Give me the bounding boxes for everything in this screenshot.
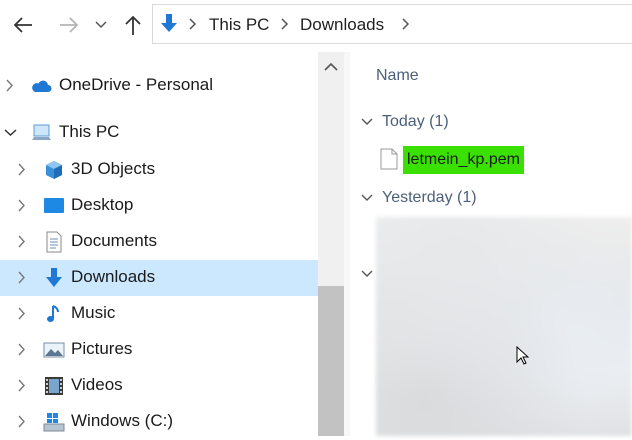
recent-locations-button[interactable]: [92, 12, 110, 38]
tree-item-label: Videos: [71, 375, 123, 394]
group-label: Yesterday (1): [382, 189, 477, 206]
tree-item-label: Downloads: [71, 267, 156, 286]
download-arrow-icon: [161, 14, 177, 32]
chevron-right-icon[interactable]: [18, 307, 26, 320]
tree-item-label: Windows (C:): [71, 411, 174, 430]
tree-item-label: Pictures: [71, 339, 133, 358]
column-header-name[interactable]: Name: [376, 67, 419, 85]
tree-item-music[interactable]: Music: [0, 296, 318, 332]
tree-item-onedrive[interactable]: OneDrive - Personal: [0, 68, 318, 104]
cloud-icon: [32, 80, 52, 92]
download-arrow-icon: [46, 268, 62, 287]
tree-item-label: Music: [71, 303, 116, 322]
tree-item-label: Documents: [71, 231, 157, 250]
file-row[interactable]: letmein_kp.pem: [378, 146, 628, 176]
desktop-folder-icon: [44, 198, 64, 213]
arrow-right-icon: [60, 17, 79, 33]
chevron-right-icon[interactable]: [281, 18, 289, 30]
tree-item-this-pc[interactable]: This PC: [0, 115, 318, 151]
arrow-left-icon: [13, 17, 32, 33]
cube-icon: [46, 161, 62, 179]
chevron-down-icon[interactable]: [361, 194, 373, 202]
chevron-right-icon[interactable]: [18, 343, 26, 356]
group-label: Today (1): [382, 113, 449, 130]
navigation-pane-scrollbar[interactable]: [318, 52, 344, 436]
breadcrumb-this-pc[interactable]: This PC: [209, 15, 269, 35]
breadcrumb-downloads[interactable]: Downloads: [300, 15, 384, 35]
tree-item-pictures[interactable]: Pictures: [0, 332, 318, 368]
chevron-right-icon[interactable]: [18, 379, 26, 392]
tree-item-windows-c[interactable]: Windows (C:): [0, 404, 318, 440]
chevron-right-icon: [189, 18, 197, 30]
chevron-right-icon[interactable]: [18, 415, 26, 428]
chevron-down-icon: [95, 21, 107, 29]
chevron-down-icon[interactable]: [361, 118, 373, 126]
blurred-content-area: [376, 217, 632, 436]
chevron-right-icon[interactable]: [402, 18, 410, 30]
file-icon: [380, 148, 398, 170]
forward-button[interactable]: [54, 12, 84, 38]
tree-item-label: Desktop: [71, 195, 134, 214]
tree-item-videos[interactable]: Videos: [0, 368, 318, 404]
tree-item-label: 3D Objects: [71, 159, 156, 178]
chevron-right-icon[interactable]: [18, 271, 26, 284]
back-button[interactable]: [8, 12, 38, 38]
tree-item-3d-objects[interactable]: 3D Objects: [0, 152, 318, 188]
drive-icon: [43, 413, 65, 432]
chevron-right-icon[interactable]: [18, 199, 26, 212]
up-button[interactable]: [120, 12, 146, 38]
chevron-down-icon[interactable]: [361, 270, 373, 278]
navigation-bar: This PC Downloads: [0, 0, 632, 52]
chevron-right-icon[interactable]: [18, 163, 26, 176]
document-icon: [46, 231, 62, 253]
mouse-pointer-icon: [516, 346, 529, 365]
chevron-right-icon[interactable]: [18, 235, 26, 248]
tree-item-documents[interactable]: Documents: [0, 224, 318, 260]
tree-item-label: OneDrive - Personal: [59, 75, 214, 94]
tree-item-downloads[interactable]: Downloads: [0, 260, 318, 296]
arrow-up-icon: [125, 15, 141, 35]
scroll-up-icon[interactable]: [324, 62, 338, 71]
tree-item-label: This PC: [59, 122, 120, 141]
file-name[interactable]: letmein_kp.pem: [403, 146, 524, 174]
film-icon: [45, 377, 63, 395]
group-header-yesterday[interactable]: Yesterday (1): [350, 184, 632, 214]
chevron-down-icon[interactable]: [4, 129, 17, 137]
group-header-today[interactable]: Today (1): [350, 108, 632, 138]
scrollbar-thumb[interactable]: [318, 286, 344, 436]
tree-item-desktop[interactable]: Desktop: [0, 188, 318, 224]
navigation-pane: OneDrive - Personal This PC 3D Objects D…: [0, 52, 318, 436]
computer-icon: [32, 124, 51, 140]
file-list-pane: Name Today (1) letmein_kp.pem Yesterday …: [350, 52, 632, 436]
chevron-right-icon[interactable]: [6, 79, 14, 92]
pictures-icon: [43, 342, 65, 358]
music-note-icon: [47, 305, 59, 322]
address-bar[interactable]: This PC Downloads: [152, 4, 632, 44]
